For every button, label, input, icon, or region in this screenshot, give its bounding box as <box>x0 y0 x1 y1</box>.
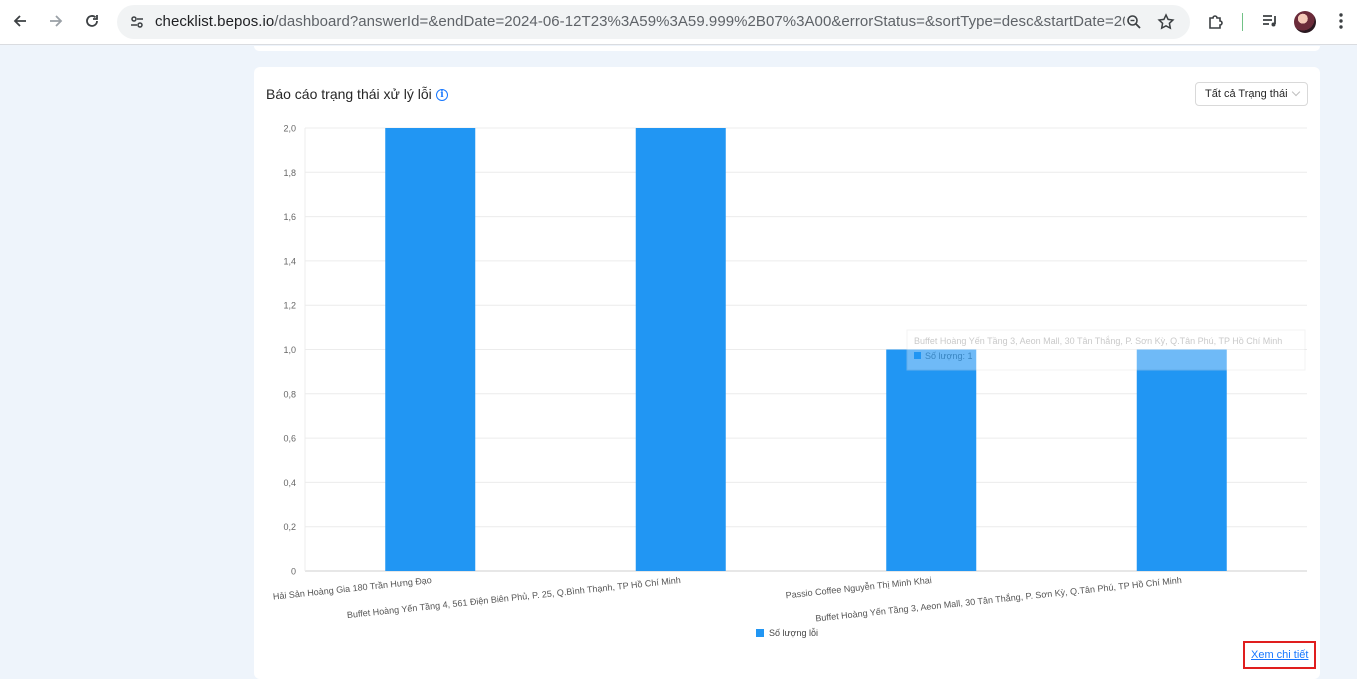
y-tick-label: 1,4 <box>283 256 296 266</box>
tooltip-value: Số lượng: 1 <box>925 351 972 361</box>
bar-chart: 0 0,2 0,4 0,6 0,8 1,0 1,2 1,4 1,6 1,8 2,0 Hải Sản H… <box>272 124 1307 638</box>
x-tick-label: Passio Coffee Nguyễn Thị Minh Khai <box>785 575 932 600</box>
y-tick-label: 0,8 <box>283 389 296 399</box>
y-tick-label: 0 <box>291 567 296 577</box>
legend-swatch[interactable] <box>756 629 764 637</box>
view-details-link[interactable]: Xem chi tiết <box>1251 649 1308 661</box>
bar[interactable] <box>635 128 726 571</box>
tooltip-marker <box>914 352 921 359</box>
y-tick-label: 1,8 <box>283 168 296 178</box>
view-details-highlight: Xem chi tiết <box>1243 641 1316 669</box>
y-tick-label: 1,6 <box>283 212 296 222</box>
y-tick-label: 0,2 <box>283 522 296 532</box>
y-tick-label: 2,0 <box>283 124 296 134</box>
legend-label[interactable]: Số lượng lỗi <box>769 628 818 638</box>
bar[interactable] <box>1136 349 1227 572</box>
y-tick-label: 1,0 <box>283 345 296 355</box>
bar[interactable] <box>886 349 977 572</box>
y-tick-label: 1,2 <box>283 301 296 311</box>
tooltip-title: Buffet Hoàng Yến Tầng 3, Aeon Mall, 30 T… <box>914 336 1282 346</box>
chart-tooltip: Buffet Hoàng Yến Tầng 3, Aeon Mall, 30 T… <box>906 329 1306 371</box>
bar[interactable] <box>385 128 476 571</box>
x-tick-label: Hải Sản Hoàng Gia 180 Trần Hưng Đạo <box>272 575 432 602</box>
y-tick-label: 0,6 <box>283 434 296 444</box>
y-tick-label: 0,4 <box>283 478 296 488</box>
